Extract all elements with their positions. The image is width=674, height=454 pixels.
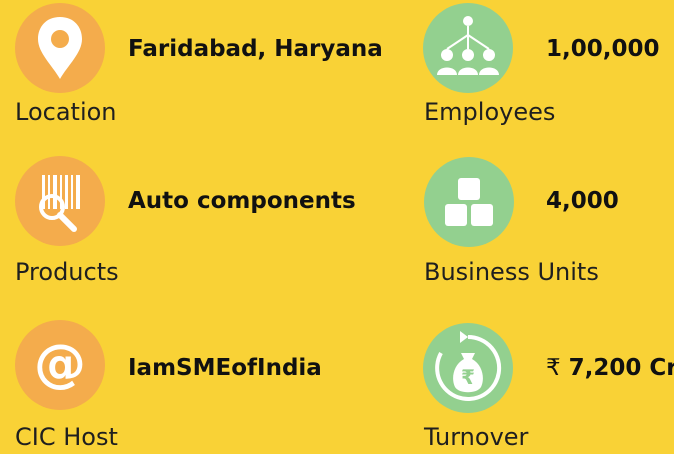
currency-symbol: ₹ xyxy=(546,355,561,381)
at-sign-icon: @ xyxy=(15,320,105,410)
people-hierarchy-icon xyxy=(423,3,513,93)
employees-value: 1,00,000 xyxy=(546,36,660,62)
svg-text:₹: ₹ xyxy=(461,365,475,389)
location-label: Location xyxy=(15,98,117,126)
cic-host-value: IamSMEofIndia xyxy=(128,355,322,381)
barcode-search-icon xyxy=(15,156,105,246)
boxes-icon xyxy=(424,157,514,247)
money-bag-cycle-icon: ₹ xyxy=(423,323,513,413)
cic-host-label: CIC Host xyxy=(15,423,118,451)
svg-text:@: @ xyxy=(34,334,86,394)
products-label: Products xyxy=(15,258,119,286)
turnover-label: Turnover xyxy=(424,423,529,451)
turnover-value: ₹ 7,200 Cr xyxy=(546,357,674,380)
location-pin-icon xyxy=(15,3,105,93)
location-value: Faridabad, Haryana xyxy=(128,36,383,62)
business-units-value: 4,000 xyxy=(546,188,619,214)
employees-label: Employees xyxy=(424,98,556,126)
turnover-amount: 7,200 Cr xyxy=(568,355,674,381)
products-value: Auto components xyxy=(128,188,356,214)
business-units-label: Business Units xyxy=(424,258,599,286)
